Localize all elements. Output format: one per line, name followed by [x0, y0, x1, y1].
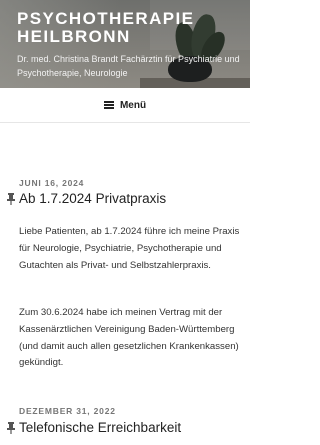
post-title[interactable]: Ab 1.7.2024 Privatpraxis	[6, 191, 166, 206]
menu-label: Menü	[119, 99, 147, 111]
post-paragraph: Zum 30.6.2024 habe ich meinen Vertrag mi…	[19, 307, 239, 369]
pushpin-icon	[7, 192, 15, 205]
menu-toggle-button[interactable]: Menü	[103, 99, 147, 111]
post-title-text: Telefonische Erreichbarkeit	[19, 420, 182, 435]
post-date[interactable]: JUNI 16, 2024	[19, 178, 84, 188]
post-title-text: Ab 1.7.2024 Privatpraxis	[19, 191, 167, 206]
post-date[interactable]: DEZEMBER 31, 2022	[19, 406, 116, 416]
site-description: Dr. med. Christina Brandt Fachärztin für…	[17, 54, 240, 78]
site-title[interactable]: PSYCHOTHERAPIE HEILBRONN	[17, 10, 245, 46]
post-paragraph: Liebe Patienten, ab 1.7.2024 führe ich m…	[19, 226, 240, 271]
hamburger-menu-icon	[103, 101, 114, 109]
main-navigation: Menü	[0, 88, 250, 123]
post-title[interactable]: Telefonische Erreichbarkeit	[6, 420, 181, 435]
pushpin-icon	[7, 421, 15, 434]
